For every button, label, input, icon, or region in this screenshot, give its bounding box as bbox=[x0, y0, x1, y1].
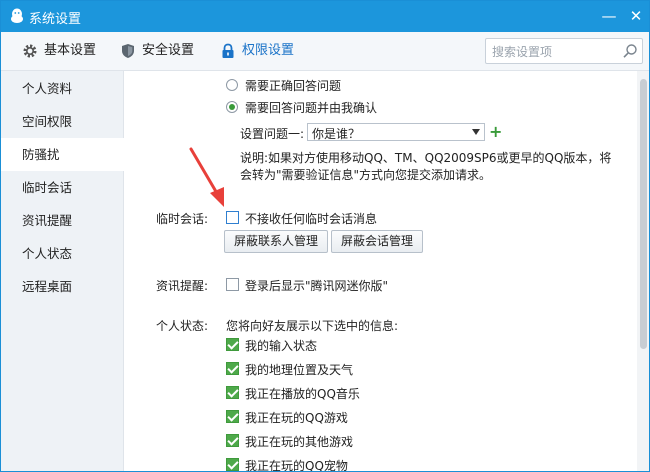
question-select[interactable]: 你是谁？ bbox=[307, 123, 485, 141]
status-checkbox-qq-game[interactable] bbox=[226, 410, 239, 423]
window-title: 系统设置 bbox=[29, 12, 82, 27]
sidebar-item-news-reminder[interactable]: 资讯提醒 bbox=[1, 204, 123, 237]
block-sessions-button[interactable]: 屏蔽会话管理 bbox=[331, 230, 424, 253]
search-icon[interactable] bbox=[622, 43, 638, 59]
lock-icon bbox=[222, 43, 234, 58]
annotation-arrow-icon bbox=[189, 147, 224, 207]
search-input[interactable] bbox=[492, 43, 618, 61]
sidebar: 个人资料 空间权限 防骚扰 临时会话 资讯提醒 个人状态 远程桌面 bbox=[1, 71, 124, 471]
sidebar-item-label: 防骚扰 bbox=[22, 147, 60, 162]
scrollbar[interactable] bbox=[637, 71, 649, 471]
status-checkbox-qq-music[interactable] bbox=[226, 386, 239, 399]
tab-permission-settings[interactable]: 权限设置 bbox=[220, 32, 294, 70]
sidebar-item-anti-harassment[interactable]: 防骚扰 bbox=[1, 138, 124, 171]
tab-basic-settings[interactable]: 基本设置 bbox=[22, 32, 96, 70]
temp-session-label: 临时会话: bbox=[156, 212, 209, 226]
sidebar-item-personal-status[interactable]: 个人状态 bbox=[1, 237, 123, 270]
status-item-label: 我正在玩的其他游戏 bbox=[245, 435, 354, 449]
reject-temp-session-label: 不接收任何临时会话消息 bbox=[245, 212, 378, 226]
radio-correct-answer[interactable] bbox=[226, 79, 238, 91]
note-line-1: 说明:如果对方使用移动QQ、TM、QQ2009SP6或更早的QQ版本，将 bbox=[240, 151, 612, 165]
search-box bbox=[485, 38, 643, 64]
settings-window: 系统设置 — ✕ 基本设置 安全设置 权限设置 搜索设置项 个人资料 空间权限 … bbox=[0, 0, 650, 472]
chevron-down-icon bbox=[472, 129, 480, 135]
note-line-2: 会转为"需要验证信息"方式向您提交添加请求。 bbox=[240, 168, 492, 182]
tab-security-settings[interactable]: 安全设置 bbox=[120, 32, 194, 70]
status-checkbox-typing[interactable] bbox=[226, 338, 239, 351]
toolbar: 基本设置 安全设置 权限设置 bbox=[1, 32, 649, 71]
block-contacts-button[interactable]: 屏蔽联系人管理 bbox=[224, 230, 329, 253]
scrollbar-thumb[interactable] bbox=[640, 79, 647, 349]
sidebar-item-label: 资讯提醒 bbox=[22, 213, 73, 228]
news-label: 资讯提醒: bbox=[156, 279, 209, 293]
status-item-label: 我正在玩的QQ宠物 bbox=[245, 459, 348, 472]
status-item-label: 我的地理位置及天气 bbox=[245, 363, 354, 377]
add-question-icon[interactable]: + bbox=[489, 124, 502, 140]
question-label: 设置问题一: bbox=[240, 127, 305, 141]
status-checkbox-other-game[interactable] bbox=[226, 434, 239, 447]
sidebar-item-remote-desktop[interactable]: 远程桌面 bbox=[1, 270, 123, 303]
minimize-button[interactable]: — bbox=[598, 5, 620, 27]
gear-icon bbox=[23, 44, 37, 58]
sidebar-item-temp-session[interactable]: 临时会话 bbox=[1, 171, 123, 204]
question-select-value: 你是谁？ bbox=[312, 127, 361, 141]
qq-penguin-icon bbox=[11, 8, 23, 23]
radio-answer-and-confirm-label: 需要回答问题并由我确认 bbox=[245, 101, 378, 115]
status-intro: 您将向好友展示以下选中的信息: bbox=[226, 319, 399, 333]
status-checkbox-location[interactable] bbox=[226, 362, 239, 375]
close-button[interactable]: ✕ bbox=[625, 5, 647, 27]
status-item-label: 我正在播放的QQ音乐 bbox=[245, 387, 360, 401]
radio-answer-and-confirm[interactable] bbox=[226, 101, 238, 113]
sidebar-item-label: 个人状态 bbox=[22, 246, 73, 261]
status-label: 个人状态: bbox=[156, 319, 209, 333]
shield-icon bbox=[122, 44, 134, 58]
tab-label: 基本设置 bbox=[44, 43, 97, 58]
tab-label: 权限设置 bbox=[242, 43, 295, 58]
status-checkbox-qq-pet[interactable] bbox=[226, 458, 239, 471]
settings-content: 需要正确回答问题 需要回答问题并由我确认 设置问题一: 你是谁？ + 说明:如果… bbox=[125, 71, 637, 472]
status-item-label: 我正在玩的QQ游戏 bbox=[245, 411, 348, 425]
sidebar-item-profile[interactable]: 个人资料 bbox=[1, 72, 123, 105]
status-item-label: 我的输入状态 bbox=[245, 339, 318, 353]
sidebar-item-label: 临时会话 bbox=[22, 180, 73, 195]
show-mini-news-checkbox[interactable] bbox=[226, 278, 239, 291]
sidebar-item-space-permission[interactable]: 空间权限 bbox=[1, 105, 123, 138]
title-bar: 系统设置 — ✕ bbox=[1, 1, 649, 32]
sidebar-item-label: 远程桌面 bbox=[22, 279, 73, 294]
reject-temp-session-checkbox[interactable] bbox=[226, 211, 239, 224]
radio-correct-answer-label: 需要正确回答问题 bbox=[245, 79, 342, 93]
sidebar-item-label: 空间权限 bbox=[22, 114, 73, 129]
show-mini-news-label: 登录后显示"腾讯网迷你版" bbox=[245, 279, 389, 293]
tab-label: 安全设置 bbox=[142, 43, 195, 58]
sidebar-item-label: 个人资料 bbox=[22, 81, 73, 96]
